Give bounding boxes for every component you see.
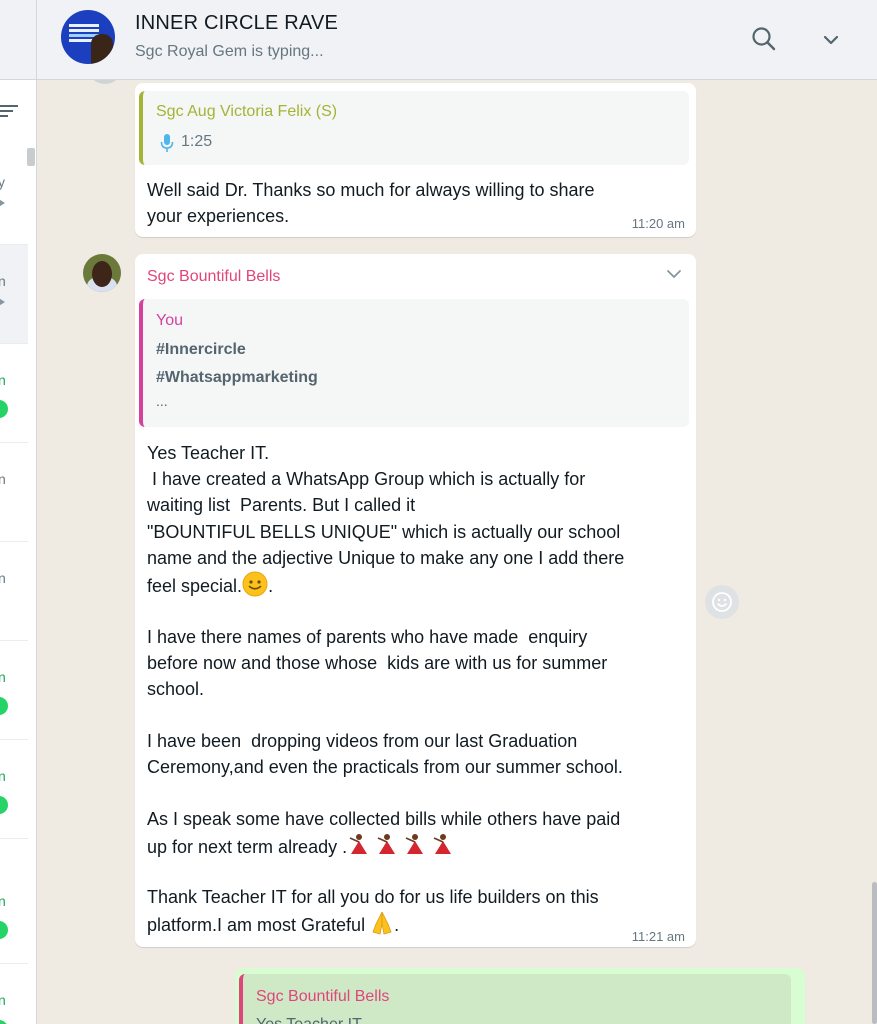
chat-list-item-active[interactable]: n xyxy=(0,245,28,344)
message-time: 11:20 am xyxy=(631,216,685,231)
group-avatar[interactable] xyxy=(61,10,115,64)
chat-list-item[interactable]: n xyxy=(0,443,28,542)
chat-list-item-time: n xyxy=(0,893,6,909)
chat-list-item-time: n xyxy=(0,471,6,487)
chat-list-item-time: n xyxy=(0,669,6,685)
quoted-message[interactable]: Sgc Aug Victoria Felix (S) 1:25 xyxy=(139,91,689,165)
avatar[interactable] xyxy=(83,254,121,292)
voice-note-duration: 1:25 xyxy=(181,133,213,150)
chat-list-sidebar: y n n n n n n n n xyxy=(0,0,37,1024)
chat-list-item[interactable]: n xyxy=(0,740,28,839)
message-bubble[interactable]: Sgc Bountiful Bells You #Innercircle #Wh… xyxy=(135,254,696,947)
message-text: Well said Dr. Thanks so much for always … xyxy=(147,180,595,227)
message-text-end: . xyxy=(268,576,274,597)
chat-list-item-time: n xyxy=(0,570,6,586)
smiley-icon xyxy=(712,592,732,612)
message-text-end: . xyxy=(394,915,400,936)
message-sender[interactable]: Sgc Bountiful Bells xyxy=(147,268,280,286)
sidebar-scrollbar[interactable] xyxy=(27,148,35,166)
typing-status: Sgc Royal Gem is typing... xyxy=(135,43,324,60)
message-text: I have been dropping videos from our las… xyxy=(147,731,623,778)
chat-list-item-name: y xyxy=(0,174,5,190)
chat-list-item-time: n xyxy=(0,992,6,1008)
message-time: 11:21 am xyxy=(631,929,685,944)
search-icon[interactable] xyxy=(751,26,777,52)
unread-badge xyxy=(0,796,8,814)
mention-icon xyxy=(0,198,5,208)
quoted-message[interactable]: Sgc Bountiful Bells Yes Teacher IT xyxy=(239,974,791,1024)
quoted-line: ... xyxy=(156,393,168,409)
group-title[interactable]: INNER CIRCLE RAVE xyxy=(135,12,338,35)
poster-person xyxy=(91,34,113,64)
conversation-header[interactable]: INNER CIRCLE RAVE Sgc Royal Gem is typin… xyxy=(37,0,877,80)
unread-badge xyxy=(0,697,8,715)
quoted-line: #Innercircle xyxy=(156,341,246,358)
message-paragraph: Thank Teacher IT for all you do for us l… xyxy=(147,884,686,938)
chat-list-item-name: n xyxy=(0,273,6,289)
chevron-down-icon[interactable] xyxy=(821,30,841,50)
smiling-face-icon xyxy=(242,571,268,597)
message-paragraph: Yes Teacher IT. I have created a WhatsAp… xyxy=(147,440,686,599)
dancer-emoji-icon xyxy=(349,834,452,855)
sidebar-header xyxy=(0,0,36,80)
message-bubble[interactable]: Sgc Aug Victoria Felix (S) 1:25 Well sai… xyxy=(135,83,696,237)
chat-list-item[interactable]: n xyxy=(0,542,28,641)
praying-hands-icon xyxy=(372,912,392,935)
chat-list-item-time: n xyxy=(0,768,6,784)
chat-scrollbar[interactable] xyxy=(872,882,877,1024)
chat-list-item[interactable]: n xyxy=(0,641,28,740)
quoted-author: You xyxy=(156,312,183,329)
quoted-author: Sgc Aug Victoria Felix (S) xyxy=(156,103,338,120)
message-bubble-outgoing[interactable]: Sgc Bountiful Bells Yes Teacher IT xyxy=(235,968,805,1024)
chat-list-item[interactable]: y xyxy=(0,146,28,245)
quoted-line: #Whatsappmarketing xyxy=(156,369,318,386)
chat-list-item[interactable]: n xyxy=(0,964,28,1024)
filter-icon[interactable] xyxy=(0,104,18,118)
message-text: I have there names of parents who have m… xyxy=(147,627,608,700)
message-text: Yes Teacher IT. I have created a WhatsAp… xyxy=(147,443,625,597)
quoted-line: Yes Teacher IT xyxy=(256,1016,362,1024)
poster-graphic xyxy=(69,24,99,27)
unread-badge xyxy=(0,400,8,418)
mention-icon xyxy=(0,297,5,307)
chat-list-item[interactable]: n xyxy=(0,344,28,443)
avatar-face xyxy=(92,261,112,287)
chat-list-item[interactable]: n xyxy=(0,865,28,964)
microphone-icon xyxy=(160,134,174,152)
message-paragraph: As I speak some have collected bills whi… xyxy=(147,806,686,860)
quoted-message[interactable]: You #Innercircle #Whatsappmarketing ... xyxy=(139,299,689,427)
chat-list-item-time: n xyxy=(0,372,6,388)
message-list[interactable]: Sgc Aug Victoria Felix (S) 1:25 Well sai… xyxy=(37,80,877,1024)
unread-badge xyxy=(0,1020,8,1024)
unread-badge xyxy=(0,921,8,939)
quoted-author: Sgc Bountiful Bells xyxy=(256,988,390,1005)
emoji-reaction-button[interactable] xyxy=(705,585,739,619)
chevron-down-icon[interactable] xyxy=(666,268,682,280)
avatar[interactable] xyxy=(87,80,123,84)
